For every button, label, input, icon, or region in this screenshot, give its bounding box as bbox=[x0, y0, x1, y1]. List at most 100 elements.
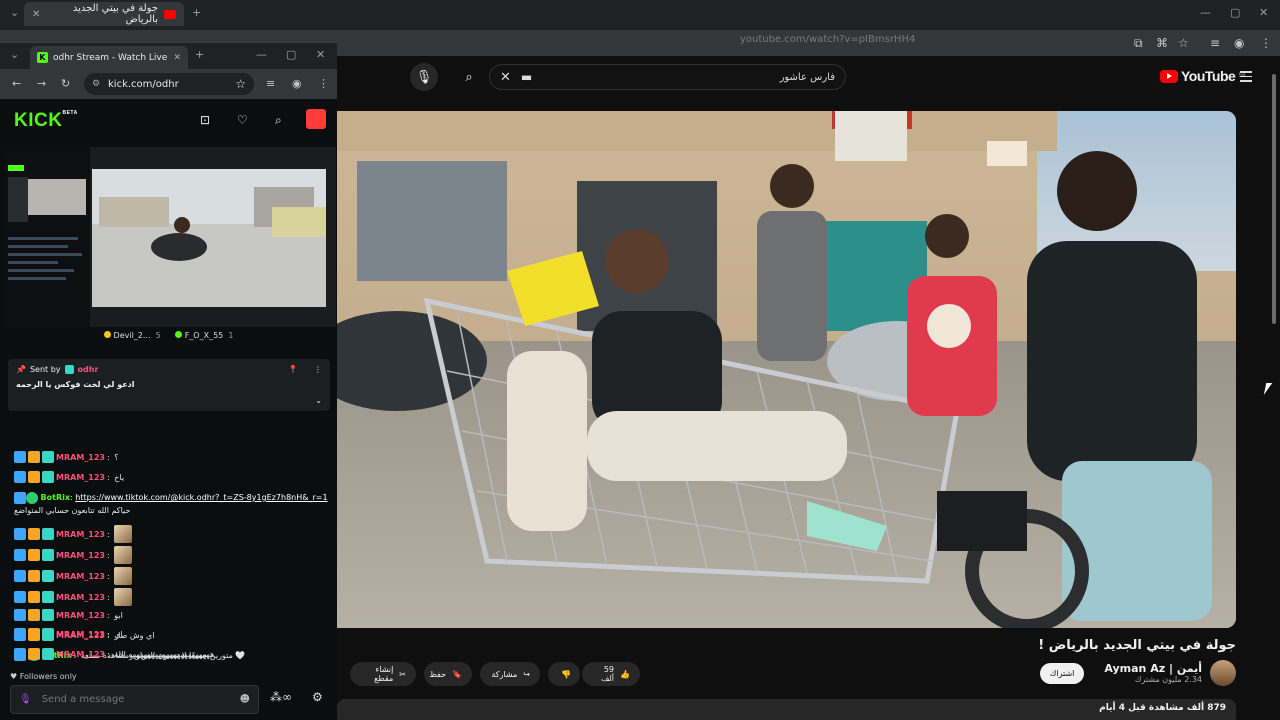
chevron-down-icon[interactable]: ⌄ bbox=[315, 396, 322, 405]
channel-name[interactable]: أيمن | Ayman Az bbox=[1104, 662, 1202, 675]
new-tab-icon[interactable]: + bbox=[195, 48, 204, 61]
close-icon[interactable]: ✕ bbox=[500, 70, 511, 85]
chat-message[interactable]: BotRix: https://www.tiktok.com/@kick.odh… bbox=[14, 491, 330, 517]
kick-tab[interactable]: K odhr Stream - Watch Live on Kick ✕ bbox=[30, 46, 188, 69]
site-info-icon[interactable]: ⚙ bbox=[92, 79, 100, 89]
dislike-button[interactable]: 👎 bbox=[548, 662, 580, 686]
chat-username[interactable]: MRAM_123 bbox=[56, 473, 105, 482]
tab-search-icon[interactable]: ⌄ bbox=[10, 6, 19, 19]
tab-close-icon[interactable]: ✕ bbox=[32, 9, 40, 20]
search-icon[interactable]: ⌕ bbox=[275, 113, 282, 128]
chat-username[interactable]: MRAM_123 bbox=[56, 530, 105, 539]
chat-username[interactable]: MRAM_123 bbox=[56, 551, 105, 560]
reading-list-icon[interactable]: ≡ bbox=[1210, 36, 1220, 50]
mic-icon[interactable]: 🎙 bbox=[410, 63, 438, 91]
chat-message[interactable]: MRAM_123: اي bbox=[14, 628, 123, 640]
save-button[interactable]: 🔖 حفظ bbox=[424, 662, 472, 686]
minimize-icon[interactable]: — bbox=[256, 48, 267, 61]
bookmark-star-icon[interactable]: ☆ bbox=[235, 77, 246, 91]
viewer-item[interactable]: F_O_X_55 1 bbox=[174, 331, 233, 347]
channel-avatar[interactable] bbox=[1210, 660, 1236, 686]
profile-icon[interactable]: ◉ bbox=[292, 77, 302, 90]
browser-menu-icon[interactable]: ⋮ bbox=[1260, 36, 1272, 50]
chat-username[interactable]: MRAM_123 bbox=[56, 650, 105, 659]
chat-link[interactable]: https://www.tiktok.com/@kick.odhr?_t=ZS-… bbox=[75, 493, 327, 502]
subscribe-button[interactable]: اشتراك bbox=[1039, 662, 1085, 684]
maximize-icon[interactable]: ▢ bbox=[286, 48, 296, 61]
window-close-icon[interactable]: ✕ bbox=[316, 48, 325, 61]
youtube-tab[interactable]: جولة في بيتي الجديد بالرياض ✕ bbox=[24, 2, 184, 26]
maximize-icon[interactable]: ▢ bbox=[1230, 6, 1240, 19]
youtube-tab-title: جولة في بيتي الجديد بالرياض bbox=[72, 3, 158, 25]
forward-icon[interactable]: → bbox=[37, 77, 46, 90]
reading-list-icon[interactable]: ≡ bbox=[266, 77, 275, 90]
kick-logo[interactable]: KICKBETA bbox=[14, 110, 78, 132]
reload-icon[interactable]: ↻ bbox=[61, 77, 70, 90]
channel-block: أيمن | Ayman Az 2.34 مليون مشترك اشتراك bbox=[1039, 660, 1236, 686]
chat-message[interactable]: MRAM_123: bbox=[14, 525, 132, 543]
tab-search-icon[interactable]: ⌄ bbox=[10, 48, 19, 61]
chat-username[interactable]: MRAM_123 bbox=[56, 630, 105, 639]
chat-message-field[interactable] bbox=[39, 693, 232, 706]
chat-username[interactable]: MRAM_123 bbox=[56, 572, 105, 581]
badge-icon bbox=[28, 471, 40, 483]
tab-close-icon[interactable]: ✕ bbox=[173, 53, 181, 63]
bookmark-star-icon[interactable]: ☆ bbox=[1178, 36, 1189, 50]
kick-address-bar[interactable]: ⚙ kick.com/odhr ☆ bbox=[84, 73, 254, 95]
kick-favicon-icon: K bbox=[37, 52, 48, 63]
profile-icon[interactable]: ◉ bbox=[1234, 36, 1244, 50]
heart-icon[interactable]: ♡ bbox=[237, 113, 248, 127]
description-box[interactable]: 879 ألف مشاهدة قبل 4 أيام bbox=[337, 699, 1236, 720]
pinned-menu-icon[interactable]: ⋮ bbox=[314, 365, 322, 374]
clip-button[interactable]: ✂ إنشاء مقطع bbox=[350, 662, 416, 686]
chat-username[interactable]: MRAM_123 bbox=[56, 611, 105, 620]
subscriber-count: 2.34 مليون مشترك bbox=[1134, 675, 1202, 684]
stream-preview-illustration bbox=[4, 147, 336, 327]
kick-points-icon[interactable]: ⁂∞ bbox=[270, 690, 292, 704]
search-icon[interactable]: ⌕ bbox=[455, 63, 483, 91]
gear-icon[interactable]: ⚙ bbox=[312, 690, 323, 704]
scrollbar-thumb[interactable] bbox=[1272, 74, 1276, 324]
youtube-logo[interactable]: YouTube SA bbox=[1160, 68, 1246, 84]
chat-message[interactable]: MRAM_123: ؟ bbox=[14, 451, 118, 463]
cast-icon[interactable]: ⧉ bbox=[1134, 36, 1143, 51]
menu-icon[interactable] bbox=[1240, 71, 1252, 85]
minimize-icon[interactable]: — bbox=[1200, 6, 1211, 19]
new-tab-icon[interactable]: + bbox=[192, 6, 201, 19]
badge-icon bbox=[14, 549, 26, 561]
chat-username[interactable]: MRAM_123 bbox=[56, 593, 105, 602]
chat-message[interactable]: MRAM_123: bbox=[14, 588, 132, 606]
chat-message[interactable]: MRAM_123: bbox=[14, 567, 132, 585]
gift-icon[interactable]: ⊡ bbox=[200, 113, 210, 127]
window-close-icon[interactable]: ✕ bbox=[1259, 6, 1268, 19]
keyboard-icon[interactable]: ▬ bbox=[521, 70, 532, 84]
user-avatar[interactable] bbox=[306, 109, 326, 129]
search-input[interactable]: فارس عاشور ▬ ✕ bbox=[489, 64, 846, 90]
chat-username[interactable]: BotRix bbox=[41, 493, 70, 502]
browser-menu-icon[interactable]: ⋮ bbox=[318, 77, 329, 90]
chat-username[interactable]: MRAM_123 bbox=[56, 453, 105, 462]
video-player[interactable] bbox=[337, 111, 1236, 628]
chat-message[interactable]: MRAM_123: ياخ bbox=[14, 471, 124, 483]
mic-badge-icon[interactable]: 🎙 bbox=[19, 694, 32, 705]
like-button[interactable]: 👍 59 ألف bbox=[582, 662, 640, 686]
kick-stream-player[interactable] bbox=[4, 147, 336, 327]
unpin-icon[interactable]: 📍 bbox=[288, 365, 298, 374]
pinned-message[interactable]: 📌 Sent by odhr 📍 ⋮ ادعو لي لخت فوكس يا ا… bbox=[8, 359, 330, 411]
badge-icon bbox=[14, 628, 26, 640]
chat-message[interactable]: MRAM_123: bbox=[14, 546, 132, 564]
viewer-item[interactable]: Devil_2... 5 bbox=[103, 331, 161, 347]
emoji-icon[interactable]: ☻ bbox=[240, 694, 250, 705]
chat-input[interactable]: 🎙 ☻ bbox=[10, 685, 259, 714]
youtube-address-bar[interactable]: youtube.com/watch?v=pIBmsrHH4 bbox=[740, 34, 915, 45]
back-icon[interactable]: ← bbox=[12, 77, 21, 90]
share-button[interactable]: ↪ مشاركة bbox=[480, 662, 540, 686]
chat-message[interactable]: MRAM_123: ابو bbox=[14, 609, 123, 621]
page-scrollbar[interactable] bbox=[1270, 60, 1278, 720]
youtube-tab-strip: ⌄ جولة في بيتي الجديد بالرياض ✕ + — ▢ ✕ bbox=[0, 0, 1280, 30]
chat-message[interactable]: MRAM_123: ههههههههههههههههههههههه الله bbox=[14, 648, 214, 660]
translate-icon[interactable]: ⌘ bbox=[1156, 36, 1168, 50]
viewer-list: Devil_2... 5 F_O_X_55 1 bbox=[0, 331, 337, 347]
chat-text: اي bbox=[114, 629, 123, 639]
dislike-icon: 👎 bbox=[561, 669, 571, 679]
